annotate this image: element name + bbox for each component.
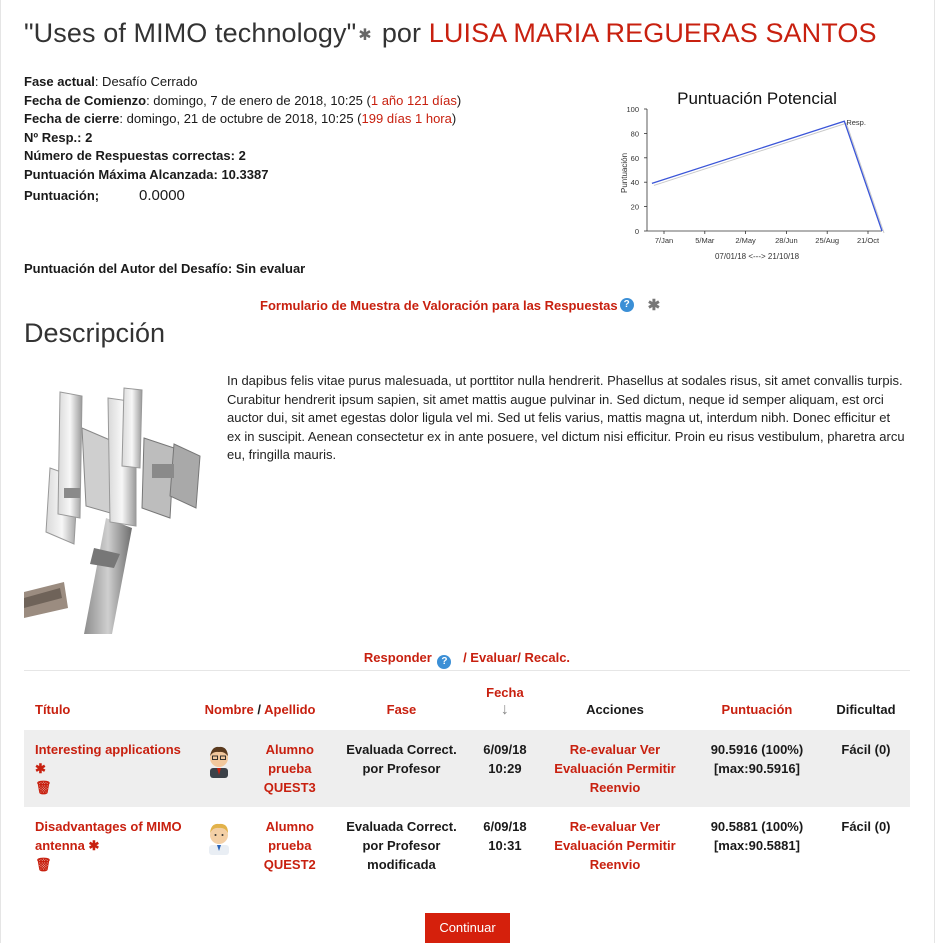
table-row: Interesting applications ✱ 🗑 Alumno prue…: [24, 730, 910, 807]
x-tick-label: 2/May: [735, 236, 756, 245]
antenna-image: [24, 387, 201, 634]
description-heading: Descripción: [24, 318, 166, 348]
gear-icon[interactable]: ✱: [358, 27, 372, 44]
avatar[interactable]: [189, 807, 248, 884]
x-tick-label: 7/Jan: [655, 236, 673, 245]
y-tick-label: 80: [631, 129, 639, 138]
response-title-cell: Interesting applications ✱ 🗑: [24, 730, 190, 807]
y-tick-label: 60: [631, 154, 639, 163]
trash-icon[interactable]: 🗑: [35, 857, 52, 872]
avatar-icon: [208, 823, 229, 855]
x-tick-label: 5/Mar: [695, 236, 715, 245]
x-tick-label: 28/Jun: [775, 236, 798, 245]
y-tick-label: 40: [631, 178, 639, 187]
responses-table: Título Nombre / Apellido Fase Fecha ↓ Ac…: [24, 680, 910, 884]
y-tick-label: 0: [635, 227, 639, 236]
author-link[interactable]: LUISA MARIA REGUERAS SANTOS: [429, 18, 877, 48]
col-name[interactable]: Nombre / Apellido: [189, 680, 331, 730]
difficulty-cell: Fácil (0): [821, 730, 910, 807]
num-responses: Nº Resp.: 2: [24, 129, 93, 145]
avatar[interactable]: [189, 730, 249, 807]
y-tick-label: 20: [631, 203, 639, 212]
difficulty-cell: Fácil (0): [841, 819, 891, 834]
chart-ylabel: Puntuación: [620, 153, 629, 193]
gear-icon[interactable]: ✱: [648, 296, 661, 314]
page-title: "Uses of MIMO technology" ✱ por LUISA MARI…: [24, 18, 877, 48]
max-score: Puntuación Máxima Alcanzada: 10.3387: [24, 166, 269, 182]
score-cell: 90.5916 (100%) [max:90.5916]: [692, 730, 822, 807]
col-date[interactable]: Fecha ↓: [472, 680, 538, 730]
col-actions: Acciones: [586, 702, 644, 717]
chart-xlabel: 07/01/18 <---> 21/10/18: [715, 252, 800, 261]
series-shadow: [653, 122, 885, 234]
evaluate-link[interactable]: / Evaluar/: [463, 650, 521, 665]
date-cell: 6/09/18 10:31: [483, 819, 527, 853]
table-row: Disadvantages of MIMO antenna ✱ 🗑 Alumno…: [24, 807, 910, 884]
challenge-info: Fase actual: Desafío Cerrado Fecha de Co…: [24, 74, 462, 204]
respond-link[interactable]: Responder: [364, 650, 432, 665]
help-icon[interactable]: ?: [437, 655, 452, 669]
description-text: In dapibus felis vitae purus malesuada, …: [227, 373, 905, 462]
trash-icon[interactable]: 🗑: [35, 780, 52, 795]
actions-bar: Responder ? / Evaluar/ Recalc.: [24, 650, 910, 671]
phase-cell: Evaluada Correct. por Profesor modificad…: [346, 819, 457, 872]
correct-responses: Número de Respuestas correctas: 2: [24, 148, 246, 163]
help-icon[interactable]: ?: [619, 298, 634, 312]
score-value: 0.0000: [139, 187, 185, 204]
actions-cell[interactable]: Re-evaluar Ver Evaluación Permitir Reenv…: [537, 730, 693, 807]
chart-title: Puntuación Potencial: [677, 89, 837, 108]
continue-button[interactable]: Continuar: [425, 913, 510, 943]
response-title-link[interactable]: Disadvantages of MIMO antenna: [35, 819, 182, 853]
actions-cell[interactable]: Re-evaluar Ver Evaluación Permitir Reenv…: [538, 807, 692, 884]
score-cell: 90.5881 (100%) [max:90.5881]: [710, 819, 804, 853]
date-cell: 6/09/18 10:29: [471, 730, 538, 807]
student-name-link[interactable]: Alumno prueba QUEST3: [248, 730, 332, 807]
arrow-down-icon[interactable]: ↓: [478, 701, 532, 718]
gear-icon[interactable]: ✱: [88, 838, 99, 853]
gear-icon[interactable]: ✱: [35, 761, 46, 776]
score-chart: Puntuación Potencial 0 20 40 60 80 100 7/Jan 5/…: [620, 89, 885, 261]
x-tick-label: 21/Oct: [857, 236, 880, 245]
response-title-cell: Disadvantages of MIMO antenna ✱ 🗑: [24, 807, 189, 884]
col-score[interactable]: Puntuación: [692, 680, 822, 730]
author-score: Puntuación del Autor del Desafío: Sin ev…: [24, 261, 306, 276]
x-tick-label: 25/Aug: [815, 236, 839, 245]
sample-form-link[interactable]: Formulario de Muestra de Valoración para…: [260, 296, 660, 314]
response-title-link[interactable]: Interesting applications: [35, 742, 181, 757]
col-difficulty: Dificultad: [836, 702, 896, 717]
recalc-link[interactable]: Recalc.: [525, 650, 571, 665]
series-label: Resp.: [846, 118, 866, 127]
col-phase[interactable]: Fase: [331, 680, 472, 730]
avatar-icon: [209, 746, 228, 778]
col-title[interactable]: Título: [24, 680, 189, 730]
student-name-link[interactable]: Alumno prueba QUEST2: [249, 807, 332, 884]
series-line: [651, 120, 883, 232]
phase-cell: Evaluada Correct. por Profesor: [331, 730, 472, 807]
y-tick-label: 100: [626, 105, 639, 114]
